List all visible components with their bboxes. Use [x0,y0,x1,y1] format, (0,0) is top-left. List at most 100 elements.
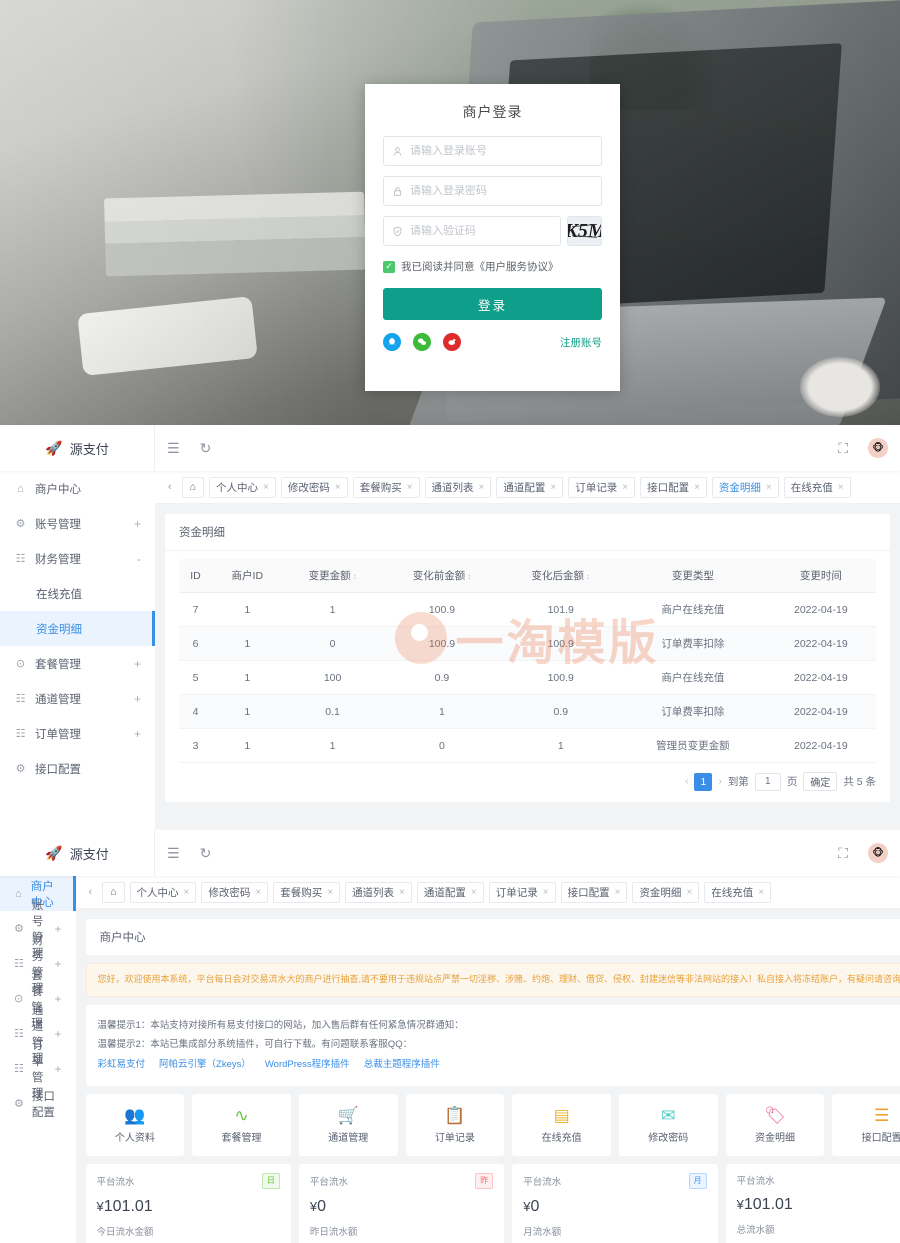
password-field[interactable] [383,176,602,206]
avatar[interactable]: 🐵 [868,438,888,458]
captcha-field[interactable] [383,216,561,246]
sidebar-item-1[interactable]: ⚙ 账号管理 + [0,506,155,541]
sidebar-expand-icon[interactable]: + [55,922,62,936]
tab-close-icon[interactable]: × [615,887,621,898]
tab-home[interactable]: ⌂ [102,881,125,903]
shortcut-card-2[interactable]: 🛒 通道管理 [298,1094,398,1157]
sidebar-expand-icon[interactable]: + [134,727,141,741]
tab-5[interactable]: 订单记录 × [568,476,636,498]
username-input[interactable] [410,145,601,157]
shortcut-card-7[interactable]: ☰ 接口配置 [832,1094,900,1157]
tab-home[interactable]: ⌂ [181,476,205,498]
tab-1[interactable]: 修改密码 × [201,881,269,903]
shortcut-card-4[interactable]: ▤ 在线充值 [512,1094,611,1157]
table-row[interactable]: 7 1 1 100.9 101.9 商户在线充值 2022-04-19 [179,592,876,627]
table-row[interactable]: 4 1 0.1 1 0.9 订单费率扣除 2022-04-19 [179,694,876,729]
tab-4[interactable]: 通道配置 × [496,476,564,498]
tab-close-icon[interactable]: × [407,482,413,493]
sidebar-expand-icon[interactable]: + [55,1062,62,1076]
refresh-icon[interactable]: ↻ [200,846,212,860]
tab-close-icon[interactable]: × [479,482,485,493]
tab-7[interactable]: 资金明细 × [632,881,700,903]
sidebar-item-6[interactable]: ⚙ 接口配置 [0,1086,76,1121]
tab-close-icon[interactable]: × [838,482,844,493]
qq-icon[interactable] [383,333,401,351]
table-col-2[interactable]: 变更金额 ↕ [282,559,383,593]
sidebar-item-0[interactable]: ⌂ 商户中心 [0,471,155,506]
username-field[interactable] [383,136,602,166]
tab-6[interactable]: 接口配置 × [640,476,707,498]
next-page-icon[interactable]: › [718,776,721,787]
plugin-link-3[interactable]: 总裁主题程序插件 [364,1055,440,1075]
shortcut-card-0[interactable]: 👥 个人资料 [85,1094,185,1157]
sidebar-expand-icon[interactable]: + [55,957,62,971]
tab-close-icon[interactable]: × [543,887,549,898]
tab-close-icon[interactable]: × [255,887,261,898]
tab-close-icon[interactable]: × [550,482,556,493]
register-link[interactable]: 注册账号 [560,335,602,350]
table-row[interactable]: 3 1 1 0 1 管理员变更金额 2022-04-19 [179,728,876,763]
tab-4[interactable]: 通道配置 × [416,881,484,903]
sidebar-expand-icon[interactable]: - [137,552,141,566]
sort-icon[interactable]: ↕ [467,572,471,581]
fullscreen-icon[interactable]: ⛶ [838,846,848,860]
weibo-icon[interactable] [443,333,461,351]
sidebar-expand-icon[interactable]: + [134,517,141,531]
plugin-link-1[interactable]: 阿帕云引擎（Zkeys） [159,1055,251,1075]
sidebar-expand-icon[interactable]: + [134,692,141,706]
tab-0[interactable]: 个人中心 × [209,476,276,498]
shortcut-card-5[interactable]: ✉ 修改密码 [618,1094,718,1157]
tab-3[interactable]: 通道列表 × [345,881,412,903]
agreement-row[interactable]: ✓ 我已阅读并同意《用户服务协议》 [383,259,602,274]
sidebar-item-7[interactable]: ☷ 订单管理 + [0,716,155,751]
agreement-checkbox[interactable]: ✓ [383,260,395,273]
shortcut-card-6[interactable]: 🏷 资金明细 [725,1094,825,1157]
sidebar-item-5[interactable]: ⊙ 套餐管理 + [0,646,155,681]
table-col-3[interactable]: 变化前金额 ↕ [382,559,502,593]
goto-confirm-button[interactable]: 确定 [803,772,838,791]
sidebar-expand-icon[interactable]: + [134,657,141,671]
tab-close-icon[interactable]: × [766,482,772,493]
tab-3[interactable]: 通道列表 × [424,476,492,498]
tab-2[interactable]: 套餐购买 × [352,476,420,498]
tab-close-icon[interactable]: × [622,482,628,493]
tab-1[interactable]: 修改密码 × [280,476,348,498]
goto-page-input[interactable] [754,772,781,791]
tab-0[interactable]: 个人中心 × [129,881,197,903]
sidebar-expand-icon[interactable]: + [55,992,62,1006]
tab-close-icon[interactable]: × [399,887,405,898]
brand-logo-home[interactable]: 🚀 源支付 [0,830,155,876]
tab-scroll-left-icon[interactable]: ‹ [163,481,177,493]
brand-logo[interactable]: 🚀 源支付 [0,425,155,471]
tab-close-icon[interactable]: × [694,482,700,493]
menu-collapse-icon[interactable]: ☰ [167,846,180,860]
tab-close-icon[interactable]: × [184,887,190,898]
table-col-4[interactable]: 变化后金额 ↕ [501,559,621,593]
tab-8[interactable]: 在线充值 × [704,881,772,903]
tab-2[interactable]: 套餐购买 × [273,881,341,903]
avatar[interactable]: 🐵 [868,843,888,863]
tab-close-icon[interactable]: × [686,887,692,898]
tab-8[interactable]: 在线充值 × [783,476,851,498]
tab-close-icon[interactable]: × [335,482,341,493]
table-row[interactable]: 5 1 100 0.9 100.9 商户在线充值 2022-04-19 [179,660,876,695]
table-row[interactable]: 6 1 0 100.9 100.9 订单费率扣除 2022-04-19 [179,626,876,661]
tab-close-icon[interactable]: × [758,887,764,898]
tab-scroll-left-icon[interactable]: ‹ [84,886,98,898]
sidebar-item-3[interactable]: 在线充值 [0,576,155,611]
refresh-icon[interactable]: ↻ [200,441,212,455]
sidebar-item-4[interactable]: 资金明细 [0,611,155,646]
captcha-image[interactable]: FK5MT [567,216,602,246]
plugin-link-2[interactable]: WordPress程序插件 [265,1055,350,1075]
page-number-1[interactable]: 1 [694,772,713,791]
sidebar-item-6[interactable]: ☷ 通道管理 + [0,681,155,716]
fullscreen-icon[interactable]: ⛶ [838,441,848,455]
tab-close-icon[interactable]: × [471,887,477,898]
captcha-input[interactable] [410,225,560,237]
tab-5[interactable]: 订单记录 × [488,881,556,903]
sort-icon[interactable]: ↕ [586,572,590,581]
sidebar-expand-icon[interactable]: + [55,1027,62,1041]
sidebar-item-5[interactable]: ☷ 订单管理 + [0,1040,76,1100]
tab-close-icon[interactable]: × [327,887,333,898]
sidebar-item-2[interactable]: ☷ 财务管理 - [0,541,155,576]
